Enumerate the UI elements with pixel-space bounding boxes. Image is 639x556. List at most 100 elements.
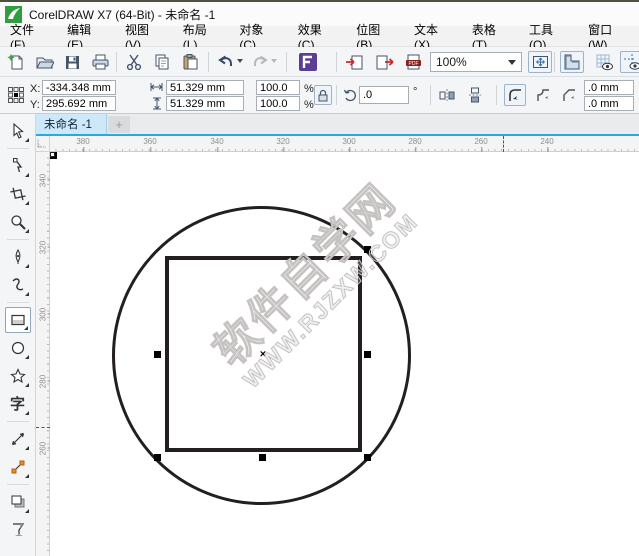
rectangle-tool[interactable] — [5, 307, 31, 333]
polygon-tool[interactable] — [5, 363, 31, 389]
crop-tool-icon — [10, 186, 26, 202]
scalloped-corner-button[interactable] — [532, 84, 554, 106]
pen-nib-icon — [10, 249, 26, 265]
horizontal-ruler[interactable]: 380 360 340 320 300 280 260 240 — [50, 136, 639, 152]
property-bar: X: -334.348 mm Y: 295.692 mm 51.329 mm 5… — [0, 77, 639, 114]
toolbox-separator — [7, 148, 29, 149]
text-tool[interactable]: 字 — [5, 391, 31, 417]
polygon-tool-icon — [10, 368, 26, 384]
y-position-label: Y: — [30, 99, 40, 111]
save-button[interactable] — [60, 51, 84, 73]
toolbox-separator — [7, 239, 29, 240]
transparency-tool[interactable] — [5, 517, 31, 543]
x-position-field[interactable]: -334.348 mm — [42, 80, 116, 95]
connector-tool[interactable] — [5, 454, 31, 480]
selection-handle-bottom-left[interactable] — [364, 454, 371, 461]
new-document-icon — [7, 53, 25, 71]
y-position-field[interactable]: 295.692 mm — [42, 96, 116, 111]
propbar-separator — [496, 85, 497, 105]
import-button[interactable] — [342, 51, 366, 73]
scalloped-corner-icon — [536, 88, 551, 103]
plus-icon: + — [115, 117, 123, 132]
round-corner-icon — [508, 88, 523, 103]
hruler-label: 320 — [276, 137, 289, 146]
new-document-button[interactable] — [4, 51, 28, 73]
pdf-icon: PDF — [405, 53, 424, 71]
show-rulers-button[interactable] — [560, 51, 584, 73]
object-width-field[interactable]: 51.329 mm — [166, 80, 244, 95]
page-edge-marker — [36, 427, 50, 428]
freehand-tool[interactable] — [5, 244, 31, 270]
standard-toolbar: PDF 100% — [0, 47, 639, 77]
show-grid-button[interactable] — [592, 51, 616, 73]
export-button[interactable] — [372, 51, 396, 73]
undo-dropdown-caret[interactable] — [237, 59, 243, 63]
undo-button[interactable] — [214, 51, 238, 73]
corner-radius-top-field[interactable]: .0 mm — [584, 80, 634, 95]
toolbox: 字 — [0, 114, 36, 556]
shape-tool-icon — [10, 158, 26, 174]
lock-ratio-button[interactable] — [314, 85, 332, 105]
drop-shadow-tool-icon — [10, 494, 26, 510]
crop-tool[interactable] — [5, 181, 31, 207]
ruler-origin-icon — [36, 136, 48, 149]
page-edge-marker — [503, 136, 504, 152]
selection-handle-middle-right[interactable] — [259, 454, 266, 461]
show-guidelines-button[interactable] — [620, 51, 639, 73]
dimension-tool[interactable] — [5, 426, 31, 452]
two-point-line-tool[interactable] — [5, 272, 31, 298]
toolbox-separator — [7, 421, 29, 422]
ellipse-tool[interactable] — [5, 335, 31, 361]
document-tab-active[interactable]: 未命名 -1 — [36, 114, 107, 134]
import-icon — [345, 53, 364, 71]
vruler-label: 300 — [39, 305, 48, 325]
svg-text:PDF: PDF — [408, 61, 418, 67]
publish-to-pdf-button[interactable]: PDF — [402, 51, 426, 73]
mirror-horizontal-button[interactable] — [436, 85, 458, 105]
mirror-vertical-icon — [468, 87, 482, 103]
paste-button[interactable] — [178, 51, 202, 73]
search-content-button[interactable] — [296, 51, 320, 73]
shape-tool[interactable] — [5, 153, 31, 179]
selection-handle-top-left[interactable] — [364, 246, 371, 253]
hruler-label: 340 — [210, 137, 223, 146]
vertical-ruler[interactable]: 340 320 300 280 260 — [36, 152, 50, 556]
zoom-tool[interactable] — [5, 209, 31, 235]
toolbar-separator — [554, 52, 555, 72]
vruler-label: 320 — [39, 238, 48, 258]
selection-handle-middle-left[interactable] — [154, 454, 161, 461]
rect-corner-node[interactable] — [50, 152, 55, 157]
hruler-label: 260 — [474, 137, 487, 146]
selection-handle-top-center[interactable] — [154, 351, 161, 358]
lock-icon — [317, 89, 329, 102]
redo-dropdown-caret[interactable] — [271, 59, 277, 63]
pick-tool[interactable] — [5, 118, 31, 144]
zoom-tool-icon — [10, 214, 26, 230]
mirror-vertical-button[interactable] — [464, 85, 486, 105]
cut-button[interactable] — [122, 51, 146, 73]
selection-center-mark[interactable]: × — [260, 348, 266, 360]
rotation-angle-field[interactable]: .0 — [359, 86, 409, 104]
selection-handle-top-right[interactable] — [364, 351, 371, 358]
toolbar-separator — [286, 52, 287, 72]
open-button[interactable] — [32, 51, 56, 73]
drop-shadow-tool[interactable] — [5, 489, 31, 515]
hruler-label: 380 — [76, 137, 89, 146]
scale-horizontal-field[interactable]: 100.0 — [256, 80, 300, 95]
corner-radius-bottom-field[interactable]: .0 mm — [584, 96, 634, 111]
object-height-field[interactable]: 51.329 mm — [166, 96, 244, 111]
new-document-tab-button[interactable]: + — [108, 116, 130, 133]
ruler-origin-corner[interactable] — [36, 136, 50, 152]
chamfered-corner-button[interactable] — [558, 84, 580, 106]
zoom-level-select[interactable]: 100% — [430, 52, 522, 72]
export-icon — [375, 53, 394, 71]
redo-button[interactable] — [248, 51, 272, 73]
fullscreen-preview-button[interactable] — [528, 51, 552, 73]
drawing-canvas[interactable]: × 软件自学网 WWW.RJZXW.COM — [50, 152, 639, 556]
curve-icon — [10, 277, 26, 293]
rectangle-tool-icon — [10, 312, 26, 328]
print-button[interactable] — [88, 51, 112, 73]
scale-vertical-field[interactable]: 100.0 — [256, 96, 300, 111]
round-corner-button[interactable] — [504, 84, 526, 106]
copy-button[interactable] — [150, 51, 174, 73]
